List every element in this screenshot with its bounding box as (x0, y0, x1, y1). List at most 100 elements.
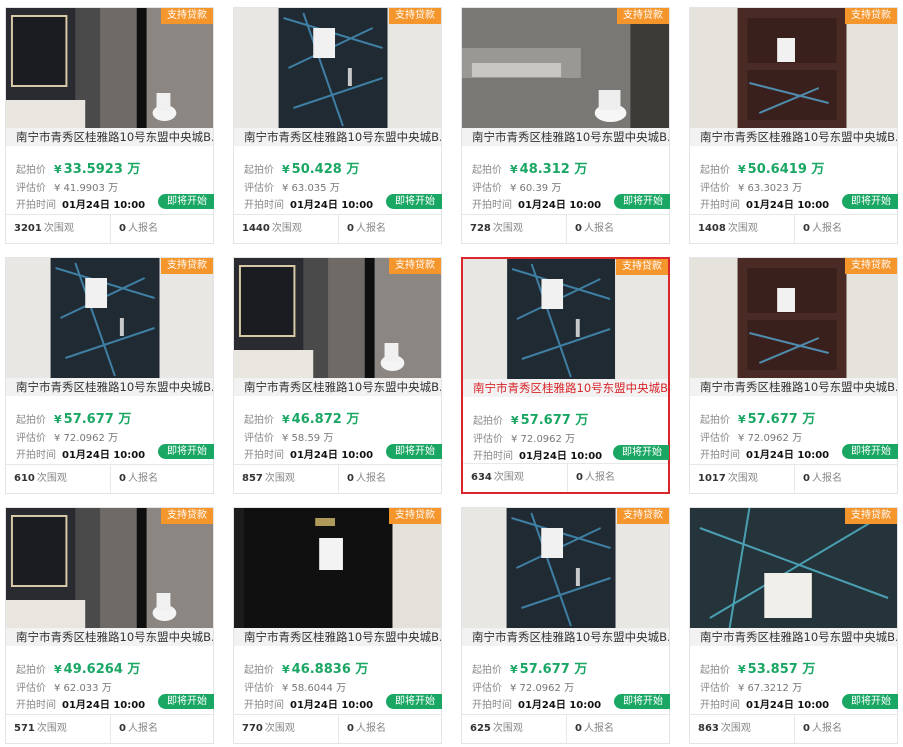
start-time-value: 01月24日 10:00 (62, 700, 146, 711)
signup-count: 0 人报名 (795, 215, 897, 243)
starting-soon-badge: 即将开始 (158, 694, 214, 709)
listing-title[interactable]: 南宁市青秀区桂雅路10号东盟中央城B... (6, 128, 213, 146)
listing-title[interactable]: 南宁市青秀区桂雅路10号东盟中央城B... (234, 628, 441, 646)
listing-title[interactable]: 南宁市青秀区桂雅路10号东盟中央城B... (463, 379, 668, 397)
listing-title[interactable]: 南宁市青秀区桂雅路10号东盟中央城B... (234, 128, 441, 146)
listing-photo[interactable] (462, 8, 669, 128)
loan-support-badge: 支持贷款 (389, 258, 441, 274)
signup-label: 人报名 (584, 472, 615, 483)
loan-support-badge: 支持贷款 (161, 8, 213, 24)
listing-card[interactable]: 支持贷款 南宁市青秀区桂雅路10号东盟中央城B... 起拍价 ¥49.6264 万… (5, 507, 214, 744)
start-time-value: 01月24日 10:00 (519, 451, 603, 462)
listing-card[interactable]: 支持贷款 南宁市青秀区桂雅路10号东盟中央城B... 起拍价 ¥57.677 万 … (5, 257, 214, 494)
starting-soon-badge: 即将开始 (614, 194, 670, 209)
listing-title[interactable]: 南宁市青秀区桂雅路10号东盟中央城B... (6, 378, 213, 396)
listing-photo[interactable] (463, 259, 668, 379)
start-price-value: 46.872 万 (291, 412, 360, 427)
listing-photo[interactable] (6, 258, 213, 378)
views-number: 1440 (242, 223, 270, 234)
views-label: 次围观 (720, 723, 751, 734)
start-time-value: 01月24日 10:00 (290, 700, 374, 711)
signup-label: 人报名 (811, 223, 842, 234)
views-number: 634 (471, 472, 492, 483)
listing-card[interactable]: 支持贷款 南宁市青秀区桂雅路10号东盟中央城B... 起拍价 ¥46.872 万 … (233, 257, 442, 494)
card-footer: 1017 次围观 0 人报名 (690, 464, 897, 493)
listing-card[interactable]: 支持贷款 南宁市青秀区桂雅路10号东盟中央城B... 起拍价 ¥57.677 万 … (461, 507, 670, 744)
listing-photo[interactable] (690, 508, 897, 628)
views-number: 857 (242, 473, 263, 484)
loan-support-badge: 支持贷款 (617, 8, 669, 24)
currency-symbol: ¥ (282, 163, 290, 176)
currency-symbol: ¥ (738, 413, 746, 426)
views-label: 次围观 (264, 723, 295, 734)
signup-label: 人报名 (811, 473, 842, 484)
start-price-value: 57.677 万 (520, 413, 589, 428)
listing-photo[interactable] (6, 8, 213, 128)
assess-price-value: ¥ 60.39 万 (510, 183, 562, 194)
listing-card[interactable]: 支持贷款 南宁市青秀区桂雅路10号东盟中央城B... 起拍价 ¥50.428 万 … (233, 7, 442, 244)
start-price-label: 起拍价 (472, 665, 502, 676)
listing-photo[interactable] (234, 258, 441, 378)
start-time-label: 开拍时间 (16, 700, 56, 711)
listing-card[interactable]: 支持贷款 南宁市青秀区桂雅路10号东盟中央城B... 起拍价 ¥48.312 万 … (461, 7, 670, 244)
views-label: 次围观 (36, 723, 67, 734)
listing-title[interactable]: 南宁市青秀区桂雅路10号东盟中央城B... (462, 128, 669, 146)
listing-card[interactable]: 支持贷款 南宁市青秀区桂雅路10号东盟中央城B... 起拍价 ¥46.8836 万… (233, 507, 442, 744)
views-number: 610 (14, 473, 35, 484)
listing-card[interactable]: 支持贷款 南宁市青秀区桂雅路10号东盟中央城B... 起拍价 ¥33.5923 万… (5, 7, 214, 244)
loan-support-badge: 支持贷款 (161, 258, 213, 274)
signup-count: 0 人报名 (111, 215, 213, 243)
start-price-label: 起拍价 (244, 165, 274, 176)
listing-title[interactable]: 南宁市青秀区桂雅路10号东盟中央城B... (6, 628, 213, 646)
start-time-label: 开拍时间 (244, 450, 284, 461)
views-label: 次围观 (264, 473, 295, 484)
starting-soon-badge: 即将开始 (158, 444, 214, 459)
currency-symbol: ¥ (511, 414, 519, 427)
listing-card[interactable]: 支持贷款 南宁市青秀区桂雅路10号东盟中央城B... 起拍价 ¥53.857 万 … (689, 507, 898, 744)
start-price-row: 起拍价 ¥57.677 万 (472, 658, 587, 677)
listing-photo[interactable] (690, 8, 897, 128)
signup-label: 人报名 (811, 723, 842, 734)
card-footer: 634 次围观 0 人报名 (463, 463, 668, 492)
start-price-label: 起拍价 (16, 165, 46, 176)
listing-photo[interactable] (690, 258, 897, 378)
signup-number: 0 (347, 723, 354, 734)
listing-title[interactable]: 南宁市青秀区桂雅路10号东盟中央城B... (462, 628, 669, 646)
listing-photo[interactable] (462, 508, 669, 628)
assess-price-label: 评估价 (16, 433, 46, 444)
assess-price-value: ¥ 62.033 万 (54, 683, 112, 694)
currency-symbol: ¥ (510, 163, 518, 176)
start-price-value: 57.677 万 (519, 662, 588, 677)
listing-title[interactable]: 南宁市青秀区桂雅路10号东盟中央城B... (690, 128, 897, 146)
listing-photo[interactable] (6, 508, 213, 628)
card-footer: 728 次围观 0 人报名 (462, 214, 669, 243)
views-number: 571 (14, 723, 35, 734)
assess-price-label: 评估价 (700, 683, 730, 694)
start-time-label: 开拍时间 (244, 200, 284, 211)
listing-photo[interactable] (234, 508, 441, 628)
card-footer: 857 次围观 0 人报名 (234, 464, 441, 493)
views-number: 625 (470, 723, 491, 734)
listing-title[interactable]: 南宁市青秀区桂雅路10号东盟中央城B... (690, 628, 897, 646)
listing-card[interactable]: 支持贷款 南宁市青秀区桂雅路10号东盟中央城B... 起拍价 ¥57.677 万 … (461, 257, 670, 494)
listing-card[interactable]: 支持贷款 南宁市青秀区桂雅路10号东盟中央城B... 起拍价 ¥57.677 万 … (689, 257, 898, 494)
start-time-row: 开拍时间 01月24日 10:00 (244, 696, 373, 711)
loan-support-badge: 支持贷款 (845, 8, 897, 24)
assess-price-value: ¥ 58.6044 万 (282, 683, 347, 694)
assess-price-value: ¥ 72.0962 万 (54, 433, 119, 444)
start-time-label: 开拍时间 (244, 700, 284, 711)
loan-support-badge: 支持贷款 (617, 508, 669, 524)
currency-symbol: ¥ (54, 163, 62, 176)
views-count: 610 次围观 (6, 465, 111, 493)
assess-price-label: 评估价 (473, 434, 503, 445)
listing-title[interactable]: 南宁市青秀区桂雅路10号东盟中央城B... (690, 378, 897, 396)
listing-card[interactable]: 支持贷款 南宁市青秀区桂雅路10号东盟中央城B... 起拍价 ¥50.6419 万… (689, 7, 898, 244)
listing-photo[interactable] (234, 8, 441, 128)
start-time-row: 开拍时间 01月24日 10:00 (700, 196, 829, 211)
card-footer: 3201 次围观 0 人报名 (6, 214, 213, 243)
listing-title[interactable]: 南宁市青秀区桂雅路10号东盟中央城B... (234, 378, 441, 396)
assess-price-label: 评估价 (472, 183, 502, 194)
start-price-row: 起拍价 ¥57.677 万 (700, 408, 815, 427)
start-time-value: 01月24日 10:00 (746, 700, 830, 711)
start-time-label: 开拍时间 (16, 450, 56, 461)
